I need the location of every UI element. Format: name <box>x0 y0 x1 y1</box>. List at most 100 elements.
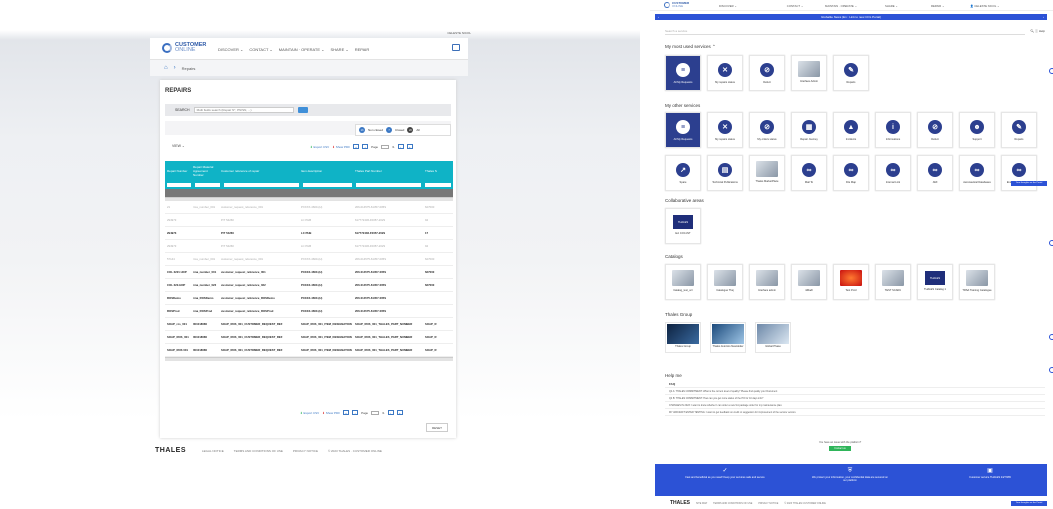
table-row[interactable]: 57144 rma_number_001 customer_request_refe… <box>165 253 453 266</box>
service-tile[interactable]: ∞ File Map <box>833 155 869 191</box>
service-tile[interactable]: THALES THALES Catalog 1 <box>917 264 953 300</box>
filter-input[interactable] <box>194 182 221 187</box>
table-row[interactable]: COL 2221 HOP rma_number_001 customer_reque… <box>165 266 453 279</box>
service-tile[interactable]: ✎ Repairs <box>833 55 869 91</box>
nav-contact[interactable]: CONTACT ⌄ <box>249 47 272 52</box>
group-link-tile[interactable]: Thales Group <box>665 322 701 353</box>
customer-online-logo[interactable]: CUSTOMER ONLINE <box>162 42 206 53</box>
col-thales-part-number[interactable]: Thales Part Number <box>353 169 423 173</box>
last-page-button[interactable]: » <box>396 410 403 415</box>
service-tile[interactable]: ⊘ Defect <box>749 55 785 91</box>
footer-link-privacy[interactable]: PRIVACY NOTICE <box>758 502 778 505</box>
nav-contact[interactable]: CONTACT ⌄ <box>765 4 825 8</box>
service-tile[interactable]: idRadl <box>791 264 827 300</box>
next-page-button[interactable]: › <box>387 410 394 415</box>
nav-maintain-operate[interactable]: MAINTAIN · OPERATE ⌄ <box>279 47 325 52</box>
service-tile[interactable]: ⊘ My orders status <box>749 112 785 148</box>
service-tile[interactable]: ≡ All My Requests <box>665 55 701 91</box>
service-tile[interactable]: Interface Admin <box>791 55 827 91</box>
view-dropdown[interactable]: VIEW ⌄ <box>172 144 185 148</box>
filter-input[interactable] <box>303 182 353 187</box>
table-row[interactable]: 294973 P/T 54260 LC PHB 617772436-F0057-202… <box>165 240 453 253</box>
all-label[interactable]: All <box>416 128 419 132</box>
filter-input[interactable] <box>356 182 422 187</box>
group-link-tile[interactable]: Global Phase <box>755 322 791 353</box>
filter-input[interactable] <box>425 182 451 187</box>
service-tile[interactable]: ✕ My repairs status <box>707 55 743 91</box>
page-input[interactable] <box>371 410 380 415</box>
faq-item[interactable]: CHANGES IN 2023: I want to know whether … <box>665 402 1045 409</box>
feedback-button-side[interactable]: Your thoughts on the Portal <box>1011 181 1047 186</box>
service-tile[interactable]: ☻ Support <box>959 112 995 148</box>
filter-input[interactable] <box>224 182 300 187</box>
table-row[interactable]: SOAP_ROS_001 001018080 SOAP_ROS_001_CUSTOM… <box>165 331 453 344</box>
service-tile[interactable]: Interface admin <box>749 264 785 300</box>
service-tile[interactable]: Test Prod <box>833 264 869 300</box>
service-tile[interactable]: ≡ All My Requests <box>665 112 701 148</box>
search-icon[interactable]: 🔍︎ <box>1030 29 1034 33</box>
col-rma-number[interactable]: Repair Material Agreement Number <box>191 165 219 177</box>
search-input[interactable]: Multi fields search (Repair N°, PN/SN, .… <box>193 107 294 113</box>
col-customer-reference[interactable]: Customer reference of repair <box>219 169 299 173</box>
service-tile[interactable]: ▲ Incidents <box>833 112 869 148</box>
side-scroll-icon[interactable] <box>1049 334 1053 340</box>
table-row[interactable]: 294973 P/T 54260 LC PHB 617772436-F0057-202… <box>165 227 453 240</box>
news-text[interactable]: Globalite News (En : Link to new COL Por… <box>821 15 881 19</box>
col-item-description[interactable]: Item description <box>299 169 353 173</box>
service-tile[interactable]: ∞ Internal Link <box>875 155 911 191</box>
footer-link-legal[interactable]: LEGAL NOTICE <box>202 449 224 453</box>
service-tile[interactable]: ∞ AMI <box>917 155 953 191</box>
prev-page-button[interactable]: ‹ <box>352 410 359 415</box>
table-row[interactable]: SOAP_rcs_001 001018080 SOAP_ROS_001_CUSTOM… <box>165 318 453 331</box>
group-link-tile[interactable]: Thales Avionics Newsletter <box>710 322 746 353</box>
faq-item[interactable]: MY AIRCRAFT ENTER TESTING: I want to get… <box>665 409 1045 416</box>
side-scroll-icon[interactable] <box>1049 367 1053 373</box>
service-tile[interactable]: ✎ Repairs <box>1001 112 1037 148</box>
service-search-input[interactable]: Search a service 🔍︎ ⓘ Help <box>665 28 1045 35</box>
nav-discover[interactable]: DISCOVER ⌄ <box>719 4 765 8</box>
horizontal-scrollbar-bottom[interactable] <box>165 357 453 361</box>
col-repair-number[interactable]: Repair Number <box>165 169 191 173</box>
faq-item[interactable]: Q4 A: THALES COMMITMENT: What is the cur… <box>665 388 1045 395</box>
closed-count[interactable]: 7 <box>386 127 393 133</box>
service-tile[interactable]: THALES Ext COC-INT <box>665 208 701 244</box>
footer-link-privacy[interactable]: PRIVACY NOTICE <box>293 449 318 453</box>
export-csv-button[interactable]: ⬇ Export CSV <box>310 145 329 149</box>
user-menu[interactable]: CELESTE NICOL <box>447 31 471 35</box>
nav-share[interactable]: SHARE ⌄ <box>330 47 348 52</box>
service-tile[interactable]: ⊘ Defect <box>917 112 953 148</box>
service-tile[interactable]: TRSA Training Catalogue <box>959 264 995 300</box>
feedback-button[interactable]: Your thoughts on the Portal <box>1011 501 1047 506</box>
first-page-button[interactable]: « <box>353 144 360 149</box>
side-scroll-icon[interactable] <box>1049 240 1053 246</box>
footer-link-sitemap[interactable]: SITE MAP <box>696 502 707 505</box>
service-tile[interactable]: ▤ Technical Publications <box>707 155 743 191</box>
non-closed-count[interactable]: 13 <box>359 127 365 133</box>
nav-share[interactable]: SHARE ⌄ <box>885 4 931 8</box>
non-closed-label[interactable]: Non closed <box>368 128 383 132</box>
news-next-icon[interactable]: › <box>1043 14 1044 20</box>
service-tile[interactable]: Catalogue Thej <box>707 264 743 300</box>
table-row[interactable]: SOAP_ROS 001 001018080 SOAP_ROS_001_CUSTOM… <box>165 344 453 357</box>
table-row[interactable]: 294973 P/T 54260 LC PHB 617772436-F0057-202… <box>165 214 453 227</box>
export-csv-button-bottom[interactable]: ⬇ Export CSV <box>300 411 319 415</box>
table-row[interactable]: COL 222-HOP rma_number_022 customer_reques… <box>165 279 453 292</box>
service-tile[interactable]: ↗ Spare <box>665 155 701 191</box>
service-tile[interactable]: ✕ My repairs status <box>707 112 743 148</box>
last-page-button[interactable]: » <box>406 144 413 149</box>
closed-label[interactable]: Closed <box>395 128 404 132</box>
customer-online-logo[interactable]: CUSTOMER ONLINE <box>664 2 689 8</box>
most-used-title[interactable]: My most used services ⌃ <box>665 44 716 50</box>
service-tile[interactable]: ∞ Aeronautical Databases <box>959 155 995 191</box>
table-row[interactable]: 21 rma_number_001 customer_request_referen… <box>165 201 453 214</box>
nav-discover[interactable]: DISCOVER ⌄ <box>218 47 243 52</box>
search-button[interactable] <box>297 107 308 113</box>
footer-link-terms[interactable]: TERMS AND CONDITIONS OF USE <box>234 449 283 453</box>
home-icon[interactable]: ⌂ <box>164 65 168 71</box>
reset-button[interactable]: RESET <box>426 423 448 432</box>
service-tile[interactable]: Catalog_test_ocr <box>665 264 701 300</box>
filter-input[interactable] <box>167 182 191 187</box>
col-thales-s[interactable]: Thales S <box>423 169 453 173</box>
footer-link-terms[interactable]: TERMS AND CONDITIONS OF USE <box>713 502 752 505</box>
prev-page-button[interactable]: ‹ <box>362 144 369 149</box>
